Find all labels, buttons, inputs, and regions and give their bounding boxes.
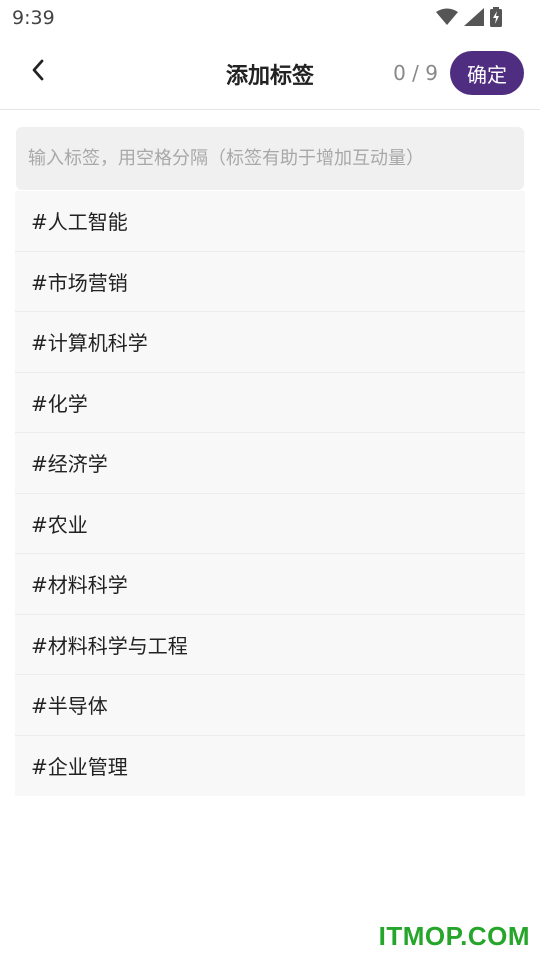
- tag-suggestion-list: #人工智能 #市场营销 #计算机科学 #化学 #经济学 #农业 #材料科学 #材料科学与工程 #…: [15, 191, 525, 796]
- status-icons: [436, 7, 502, 27]
- cellular-signal-icon: [464, 8, 484, 26]
- tag-suggestion-item[interactable]: #半导体: [15, 675, 525, 736]
- watermark: ITMOP.COM: [378, 921, 530, 951]
- tag-suggestion-item[interactable]: #农业: [15, 494, 525, 554]
- tag-suggestion-item[interactable]: #企业管理: [15, 736, 525, 797]
- tag-input[interactable]: [16, 127, 524, 190]
- confirm-button[interactable]: 确定: [450, 51, 524, 95]
- header-bar: 添加标签 0 / 9 确定: [0, 36, 540, 110]
- battery-charging-icon: [490, 7, 502, 27]
- tag-suggestion-item[interactable]: #计算机科学: [15, 312, 525, 373]
- tag-input-container: [16, 127, 524, 190]
- tag-suggestion-item[interactable]: #材料科学: [15, 554, 525, 615]
- tag-suggestion-item[interactable]: #市场营销: [15, 252, 525, 312]
- tag-counter: 0 / 9: [393, 61, 438, 85]
- tag-suggestion-item[interactable]: #材料科学与工程: [15, 615, 525, 675]
- tag-suggestion-item[interactable]: #化学: [15, 373, 525, 433]
- wifi-icon: [436, 8, 458, 26]
- status-time: 9:39: [12, 7, 55, 29]
- tag-suggestion-item[interactable]: #人工智能: [15, 191, 525, 252]
- tag-suggestion-item[interactable]: #经济学: [15, 433, 525, 494]
- status-bar: 9:39: [0, 0, 540, 36]
